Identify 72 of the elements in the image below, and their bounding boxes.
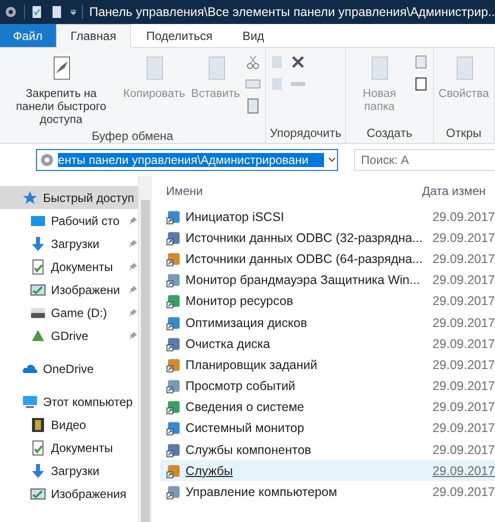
app-shortcut-icon — [166, 336, 182, 352]
monitor-icon — [22, 394, 38, 410]
nav-item[interactable]: OneDrive — [0, 357, 138, 380]
app-shortcut-icon — [166, 356, 182, 373]
nav-item[interactable]: Видео — [0, 413, 138, 436]
image-icon — [30, 282, 46, 298]
document-icon — [30, 440, 46, 456]
file-row[interactable]: Службы компонентов 29.09.2017 — [160, 439, 495, 460]
file-row[interactable]: Планировщик заданий 29.09.2017 — [160, 354, 495, 376]
document-icon — [30, 258, 46, 274]
arrow-down-icon — [30, 462, 46, 478]
ribbon-group-label: Создать — [366, 126, 414, 140]
app-shortcut-icon — [166, 272, 182, 288]
app-shortcut-icon — [166, 230, 182, 246]
nav-item[interactable]: Изображени — [0, 278, 138, 301]
nav-item[interactable]: Загрузки — [0, 232, 138, 255]
nav-item[interactable]: GDrive — [0, 324, 138, 347]
ribbon-group-label: Буфер обмена — [90, 129, 174, 143]
file-row[interactable]: Оптимизация дисков 29.09.2017 — [160, 312, 495, 334]
file-row[interactable]: Источники данных ODBC (64-разрядна... 29.09.2017 — [160, 248, 495, 270]
app-shortcut-icon — [166, 420, 182, 436]
file-row[interactable]: Управление компьютером 29.09.2017 — [160, 481, 495, 503]
paste-shortcut-icon — [244, 98, 261, 114]
scissors-icon — [244, 54, 261, 70]
star-icon — [22, 190, 38, 206]
column-header[interactable]: Дата измен — [422, 184, 486, 198]
search-field[interactable]: Поиск: А — [354, 149, 495, 171]
nav-item[interactable]: Game (D:) — [0, 301, 138, 324]
app-shortcut-icon — [166, 293, 182, 310]
nav-item[interactable]: Изображения — [0, 482, 138, 505]
nav-item[interactable]: Документы — [0, 255, 138, 278]
app-shortcut-icon — [166, 378, 182, 394]
file-row[interactable]: Очистка диска 29.09.2017 — [160, 333, 495, 354]
app-shortcut-icon — [166, 462, 182, 479]
image-icon — [30, 486, 46, 502]
file-row[interactable]: Просмотр событий 29.09.2017 — [160, 376, 495, 397]
delete-icon — [290, 54, 306, 70]
app-shortcut-icon — [166, 314, 182, 331]
window-title: Панель управления\Все элементы панели управления\Администрир.. — [89, 5, 495, 19]
nav-item[interactable]: Быстрый доступ — [0, 186, 138, 209]
file-row[interactable]: Службы 29.09.2017 — [160, 460, 495, 482]
address-field[interactable]: енты панели управления\Администрировани — [36, 149, 338, 171]
triangle-drive-icon — [30, 328, 46, 344]
ribbon-group-label: Откры — [445, 126, 482, 140]
app-shortcut-icon — [166, 250, 182, 267]
file-row[interactable]: Инициатор iSCSI 29.09.2017 — [160, 206, 495, 228]
easy-access-icon — [412, 76, 428, 92]
ribbon-button[interactable]: Закрепить на панели быстрого доступа — [4, 52, 118, 129]
checkmark-document-icon — [30, 4, 44, 20]
dropdown-icon[interactable] — [70, 8, 76, 16]
file-row[interactable]: Сведения о системе 29.09.2017 — [160, 396, 495, 418]
ribbon-group-label: Упорядочить — [270, 126, 342, 140]
film-icon — [30, 416, 46, 432]
file-row[interactable]: Монитор брандмауэра Защитника Win... 29.09.2017 — [160, 270, 495, 291]
app-shortcut-icon — [166, 484, 182, 500]
arrow-down-icon — [30, 236, 46, 252]
file-row[interactable]: Системный монитор 29.09.2017 — [160, 418, 495, 440]
ribbon-tab[interactable]: Главная — [56, 24, 132, 48]
app-shortcut-icon — [166, 442, 182, 458]
nav-item[interactable]: Рабочий сто — [0, 209, 138, 232]
scrollbar[interactable] — [138, 176, 152, 522]
file-row[interactable]: Источники данных ODBC (32-разрядна... 29.09.2017 — [160, 227, 495, 248]
app-shortcut-icon — [166, 399, 182, 416]
file-row[interactable]: Монитор ресурсов 29.09.2017 — [160, 290, 495, 312]
nav-item[interactable]: Документы — [0, 436, 138, 459]
file-menu-tab[interactable]: Файл — [0, 24, 56, 47]
nav-item[interactable]: Загрузки — [0, 459, 138, 482]
document-icon — [50, 4, 64, 20]
new-item-icon — [412, 54, 428, 70]
nav-item[interactable]: Этот компьютер — [0, 390, 138, 413]
app-shortcut-icon — [166, 208, 182, 225]
column-header[interactable]: Имени — [160, 184, 422, 198]
